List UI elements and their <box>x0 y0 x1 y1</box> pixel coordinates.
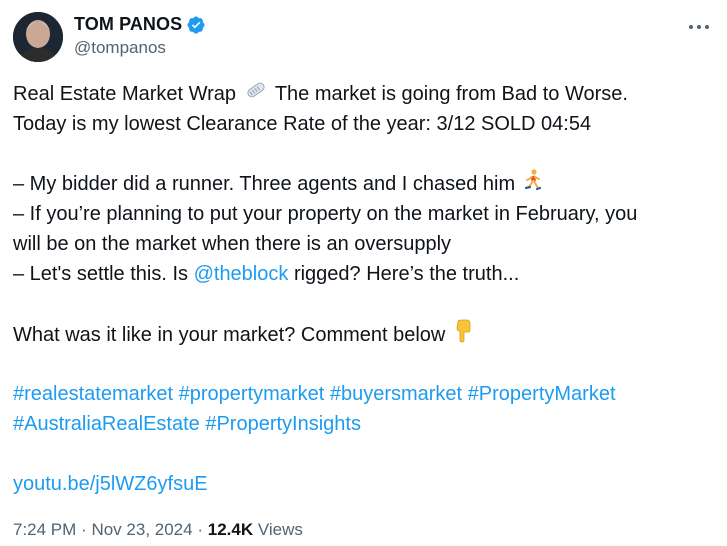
verified-badge-icon <box>186 15 206 35</box>
tweet-text-line: Real Estate Market Wrap <box>13 83 237 105</box>
tweet-text-line: will be on the market when there is an o… <box>13 233 452 255</box>
hashtag-link[interactable]: #PropertyInsights <box>205 413 361 435</box>
hashtag-link[interactable]: #PropertyMarket <box>468 383 616 405</box>
tweet-text-line: Today is my lowest Clearance Rate of the… <box>13 113 592 135</box>
tweet-time[interactable]: 7:24 PM <box>13 520 76 539</box>
person-running-icon <box>523 169 543 200</box>
external-link[interactable]: youtu.be/j5lWZ6yfsuE <box>13 473 208 495</box>
author-name-row: TOM PANOS <box>74 14 206 35</box>
newspaper-icon <box>244 79 268 110</box>
pointing-down-icon <box>453 319 473 352</box>
tweet-text-line: rigged? Here’s the truth... <box>293 263 520 285</box>
hashtag-link[interactable]: #buyersmarket <box>330 383 462 405</box>
tweet-text-line: – Let's settle this. Is <box>13 263 189 285</box>
meta-separator: · <box>81 520 87 539</box>
tweet-date[interactable]: Nov 23, 2024 <box>91 520 192 539</box>
tweet-meta: 7:24 PM · Nov 23, 2024 · 12.4K Views <box>13 520 303 540</box>
tweet-text: Real Estate Market Wrap The market is go… <box>13 79 713 499</box>
views-label: Views <box>257 520 303 539</box>
views-count: 12.4K <box>207 520 254 539</box>
author-handle[interactable]: @tompanos <box>74 38 166 58</box>
meta-separator: · <box>197 520 203 539</box>
mention-link[interactable]: @theblock <box>194 263 289 285</box>
tweet-card: TOM PANOS @tompanos Real Estate Market W… <box>0 0 727 546</box>
more-options-icon[interactable] <box>685 12 713 40</box>
hashtag-link[interactable]: #AustraliaRealEstate <box>13 413 200 435</box>
tweet-text-line: The market is going from Bad to Worse. <box>274 83 628 105</box>
hashtag-link[interactable]: #propertymarket <box>179 383 325 405</box>
tweet-text-line: – If you’re planning to put your propert… <box>13 203 638 225</box>
avatar[interactable] <box>13 12 63 62</box>
author-name[interactable]: TOM PANOS <box>74 14 182 35</box>
tweet-text-line: What was it like in your market? Comment… <box>13 323 446 346</box>
hashtag-link[interactable]: #realestatemarket <box>13 383 173 405</box>
tweet-text-line: – My bidder did a runner. Three agents a… <box>13 173 516 195</box>
